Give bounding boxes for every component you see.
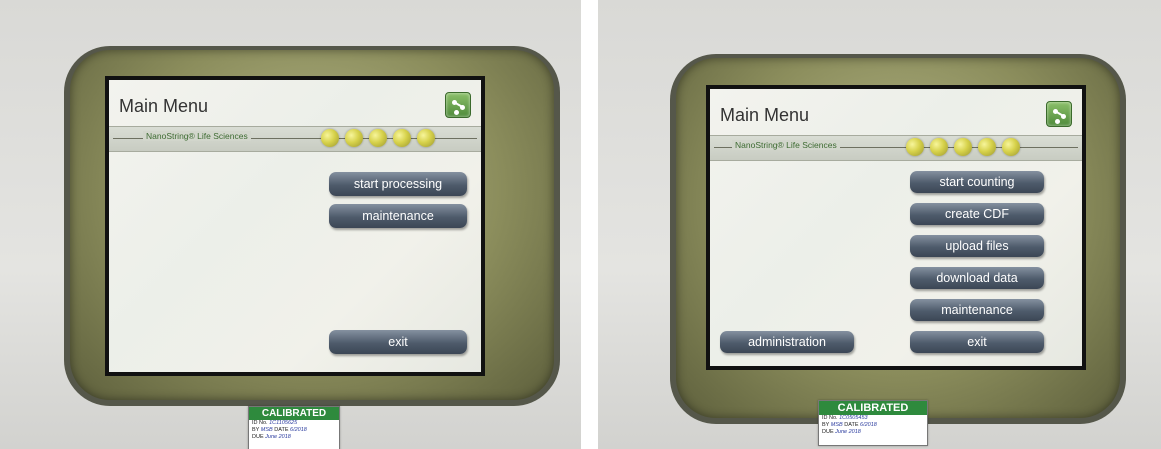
brand-label: NanoString® Life Sciences — [143, 131, 251, 141]
sticker-by-line: BY MSB DATE 6/2018 — [819, 422, 927, 429]
sticker-by-label: BY — [822, 422, 830, 428]
sticker-id-label: ID No. — [822, 415, 838, 421]
download-data-button[interactable]: download data — [910, 267, 1044, 289]
indicator-dot — [369, 129, 387, 147]
touch-screen: Main Menu NanoString® Life Sciences star… — [706, 85, 1086, 370]
sticker-by-value: MSB — [830, 422, 843, 428]
indicator-dot — [417, 129, 435, 147]
maintenance-button[interactable]: maintenance — [329, 204, 467, 228]
sticker-heading: CALIBRATED — [249, 407, 339, 420]
indicator-dot — [345, 129, 363, 147]
right-instrument-photo: Main Menu NanoString® Life Sciences star… — [598, 0, 1161, 449]
start-counting-button[interactable]: start counting — [910, 171, 1044, 193]
sticker-date-value: 6/2018 — [290, 427, 307, 433]
indicator-dot — [393, 129, 411, 147]
brand-strip: NanoString® Life Sciences — [109, 126, 481, 152]
sticker-id-line: ID No. 1C1105625 — [249, 420, 339, 427]
sticker-by-line: BY MSB DATE 6/2018 — [249, 427, 339, 434]
sticker-date-value: 6/2018 — [860, 422, 877, 428]
nanostring-logo-icon[interactable] — [1046, 101, 1072, 127]
sticker-due-value: June 2018 — [265, 434, 291, 440]
lcd-display: Main Menu NanoString® Life Sciences star… — [109, 80, 481, 372]
sticker-id-value: 1C0505453 — [839, 415, 868, 421]
status-indicator-dots — [906, 138, 1020, 156]
sticker-due-line: DUE June 2018 — [819, 429, 927, 436]
indicator-dot — [954, 138, 972, 156]
indicator-dot — [321, 129, 339, 147]
indicator-dot — [906, 138, 924, 156]
sticker-id-value: 1C1105625 — [269, 420, 298, 426]
sticker-by-label: BY — [252, 427, 260, 433]
start-processing-button[interactable]: start processing — [329, 172, 467, 196]
exit-button[interactable]: exit — [329, 330, 467, 354]
sticker-due-label: DUE — [822, 429, 834, 435]
status-indicator-dots — [321, 129, 435, 147]
maintenance-button[interactable]: maintenance — [910, 299, 1044, 321]
left-instrument-photo: Main Menu NanoString® Life Sciences star… — [0, 0, 581, 449]
upload-files-button[interactable]: upload files — [910, 235, 1044, 257]
calibration-sticker: CALIBRATED ID No. 1C0505453 BY MSB DATE … — [818, 400, 928, 446]
nanostring-logo-icon[interactable] — [445, 92, 471, 118]
sticker-due-value: June 2018 — [835, 429, 861, 435]
sticker-date-label: DATE — [274, 427, 289, 433]
touch-screen: Main Menu NanoString® Life Sciences star… — [105, 76, 485, 376]
sticker-id-label: ID No. — [252, 420, 268, 426]
page-title: Main Menu — [720, 105, 810, 125]
sticker-id-line: ID No. 1C0505453 — [819, 415, 927, 422]
lcd-display: Main Menu NanoString® Life Sciences star… — [710, 89, 1082, 366]
create-cdf-button[interactable]: create CDF — [910, 203, 1044, 225]
brand-label: NanoString® Life Sciences — [732, 140, 840, 150]
sticker-date-label: DATE — [844, 422, 859, 428]
administration-button[interactable]: administration — [720, 331, 854, 353]
indicator-dot — [978, 138, 996, 156]
brand-strip: NanoString® Life Sciences — [710, 135, 1082, 161]
sticker-due-line: DUE June 2018 — [249, 434, 339, 441]
sticker-by-value: MSB — [260, 427, 273, 433]
sticker-due-label: DUE — [252, 434, 264, 440]
calibration-sticker: CALIBRATED ID No. 1C1105625 BY MSB DATE … — [248, 406, 340, 449]
indicator-dot — [930, 138, 948, 156]
page-title: Main Menu — [119, 96, 209, 116]
exit-button[interactable]: exit — [910, 331, 1044, 353]
indicator-dot — [1002, 138, 1020, 156]
sticker-heading: CALIBRATED — [819, 401, 927, 415]
